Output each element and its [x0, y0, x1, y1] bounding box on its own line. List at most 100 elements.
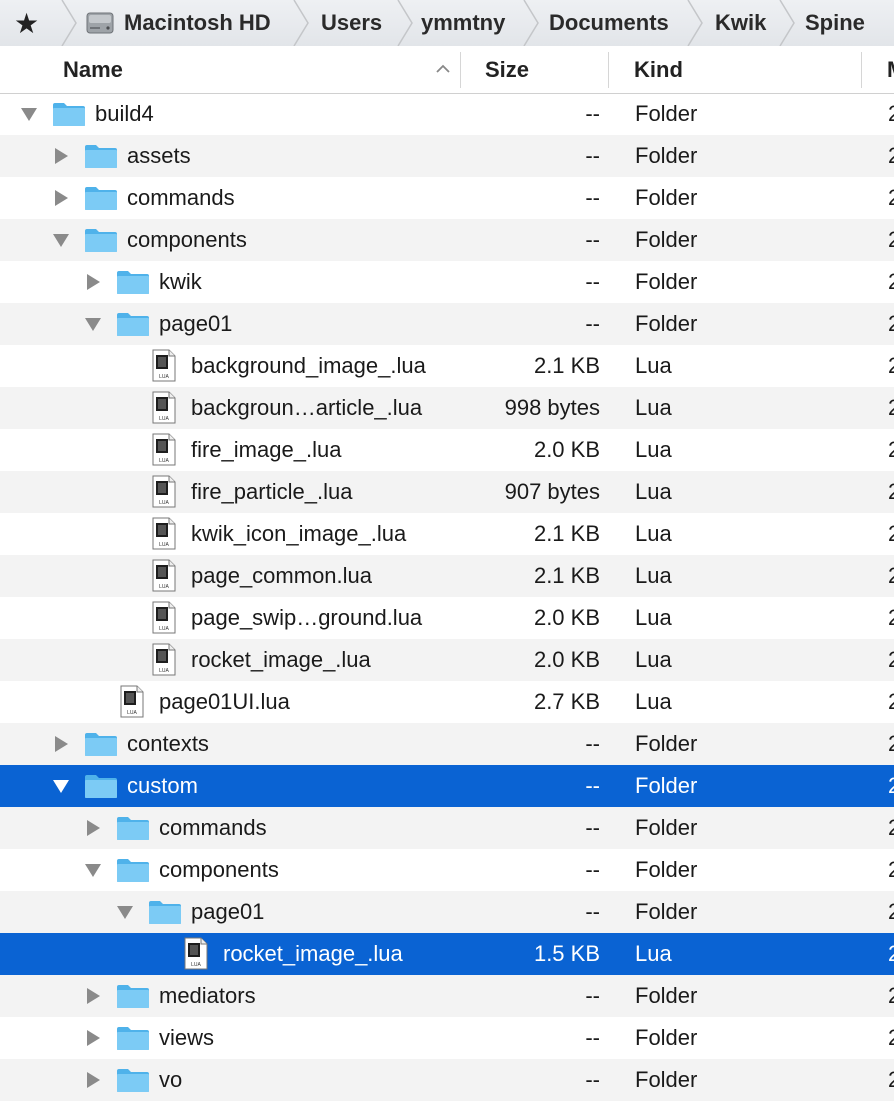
column-header-date-modified[interactable]: M	[887, 46, 894, 93]
breadcrumb-documents[interactable]: Documents	[549, 0, 669, 46]
folder-icon	[149, 901, 181, 924]
disclosure-triangle-open-icon[interactable]	[84, 861, 102, 879]
item-date-modified: 2	[888, 261, 894, 303]
file-row[interactable]: LUA rocket_image_.lua 2.0 KB Lua 2	[0, 639, 894, 681]
breadcrumb-label: ymmtny	[421, 10, 506, 35]
item-kind: Folder	[635, 101, 698, 126]
file-row[interactable]: LUA kwik_icon_image_.lua 2.1 KB Lua 2	[0, 513, 894, 555]
file-row[interactable]: LUA backgroun…article_.lua 998 bytes Lua 2	[0, 387, 894, 429]
folder-row[interactable]: build4 -- Folder 2	[0, 93, 894, 135]
item-date-modified: 2	[888, 849, 894, 891]
item-name: page01	[159, 311, 233, 336]
breadcrumb-kwik[interactable]: Kwik	[715, 0, 766, 46]
item-kind: Lua	[635, 353, 672, 378]
breadcrumb-spine[interactable]: Spine	[805, 0, 865, 46]
item-date-modified: 2	[888, 723, 894, 765]
item-date-modified: 2	[888, 891, 894, 933]
disclosure-triangle-closed-icon[interactable]	[84, 987, 102, 1005]
item-date-modified: 2	[888, 219, 894, 261]
folder-row[interactable]: views -- Folder 2	[0, 1017, 894, 1059]
disclosure-triangle-open-icon[interactable]	[52, 777, 70, 795]
breadcrumb-macintosh-hd[interactable]: Macintosh HD	[86, 0, 271, 46]
item-name: background_image_.lua	[191, 353, 426, 378]
disclosure-triangle-open-icon[interactable]	[20, 105, 38, 123]
item-name: components	[127, 227, 247, 252]
item-kind: Lua	[635, 395, 672, 420]
column-header-label: Size	[485, 56, 530, 82]
folder-row[interactable]: commands -- Folder 2	[0, 807, 894, 849]
breadcrumb-ymmtny[interactable]: ymmtny	[421, 0, 505, 46]
breadcrumb-users[interactable]: Users	[321, 0, 382, 46]
breadcrumb-separator-icon	[779, 0, 795, 46]
file-row[interactable]: LUA rocket_image_.lua 1.5 KB Lua 2	[0, 933, 894, 975]
disclosure-triangle-closed-icon[interactable]	[52, 147, 70, 165]
column-header-kind[interactable]: Kind	[634, 46, 683, 93]
item-kind: Folder	[635, 227, 698, 252]
svg-text:LUA: LUA	[159, 416, 169, 422]
item-kind: Folder	[635, 143, 698, 168]
folder-row[interactable]: contexts -- Folder 2	[0, 723, 894, 765]
item-date-modified: 2	[888, 975, 894, 1017]
item-name: rocket_image_.lua	[191, 647, 371, 672]
svg-text:LUA: LUA	[191, 962, 201, 968]
disclosure-triangle-open-icon[interactable]	[116, 903, 134, 921]
column-divider[interactable]	[460, 52, 461, 88]
file-row[interactable]: LUA page01UI.lua 2.7 KB Lua 2	[0, 681, 894, 723]
folder-row[interactable]: components -- Folder 2	[0, 219, 894, 261]
file-row[interactable]: LUA background_image_.lua 2.1 KB Lua 2	[0, 345, 894, 387]
folder-icon	[85, 229, 117, 252]
column-header-name[interactable]: Name	[63, 46, 123, 93]
breadcrumb-separator-icon	[687, 0, 703, 46]
file-row[interactable]: LUA page_common.lua 2.1 KB Lua 2	[0, 555, 894, 597]
svg-text:LUA: LUA	[159, 584, 169, 590]
disclosure-triangle-closed-icon[interactable]	[84, 273, 102, 291]
breadcrumb-label: Macintosh HD	[124, 10, 271, 35]
item-kind: Folder	[635, 1025, 698, 1050]
item-kind: Lua	[635, 479, 672, 504]
item-size: 2.0 KB	[533, 437, 600, 462]
item-size: --	[585, 311, 600, 336]
folder-row[interactable]: custom -- Folder 2	[0, 765, 894, 807]
item-size: --	[585, 731, 600, 756]
item-kind: Folder	[635, 311, 698, 336]
item-name: page01	[191, 899, 265, 924]
folder-icon	[117, 985, 149, 1008]
disclosure-triangle-closed-icon[interactable]	[52, 735, 70, 753]
folder-row[interactable]: kwik -- Folder 2	[0, 261, 894, 303]
folder-icon	[117, 817, 149, 840]
folder-row[interactable]: mediators -- Folder 2	[0, 975, 894, 1017]
disclosure-triangle-closed-icon[interactable]	[84, 819, 102, 837]
disclosure-triangle-closed-icon[interactable]	[52, 189, 70, 207]
folder-row[interactable]: page01 -- Folder 2	[0, 891, 894, 933]
file-row[interactable]: LUA fire_particle_.lua 907 bytes Lua 2	[0, 471, 894, 513]
favorite-star-button[interactable]: ★	[14, 0, 39, 46]
disclosure-triangle-open-icon[interactable]	[52, 231, 70, 249]
item-date-modified: 2	[888, 513, 894, 555]
item-size: 2.1 KB	[533, 353, 600, 378]
item-size: --	[585, 983, 600, 1008]
column-divider[interactable]	[861, 52, 862, 88]
disclosure-triangle-closed-icon[interactable]	[84, 1029, 102, 1047]
folder-row[interactable]: assets -- Folder 2	[0, 135, 894, 177]
folder-row[interactable]: vo -- Folder 2	[0, 1059, 894, 1101]
disclosure-triangle-closed-icon[interactable]	[84, 1071, 102, 1089]
item-name: assets	[127, 143, 191, 168]
file-row[interactable]: LUA fire_image_.lua 2.0 KB Lua 2	[0, 429, 894, 471]
folder-icon	[85, 775, 117, 798]
lua-file-icon: LUA	[152, 517, 176, 550]
folder-icon	[117, 1069, 149, 1092]
item-size: 2.1 KB	[533, 563, 600, 588]
item-name: kwik_icon_image_.lua	[191, 521, 407, 546]
item-date-modified: 2	[888, 471, 894, 513]
lua-file-icon: LUA	[152, 391, 176, 424]
file-row[interactable]: LUA page_swip…ground.lua 2.0 KB Lua 2	[0, 597, 894, 639]
column-header-size[interactable]: Size	[485, 46, 529, 93]
item-name: kwik	[159, 269, 202, 294]
folder-row[interactable]: page01 -- Folder 2	[0, 303, 894, 345]
folder-row[interactable]: components -- Folder 2	[0, 849, 894, 891]
item-name: custom	[127, 773, 198, 798]
item-date-modified: 2	[888, 807, 894, 849]
column-divider[interactable]	[608, 52, 609, 88]
disclosure-triangle-open-icon[interactable]	[84, 315, 102, 333]
folder-row[interactable]: commands -- Folder 2	[0, 177, 894, 219]
